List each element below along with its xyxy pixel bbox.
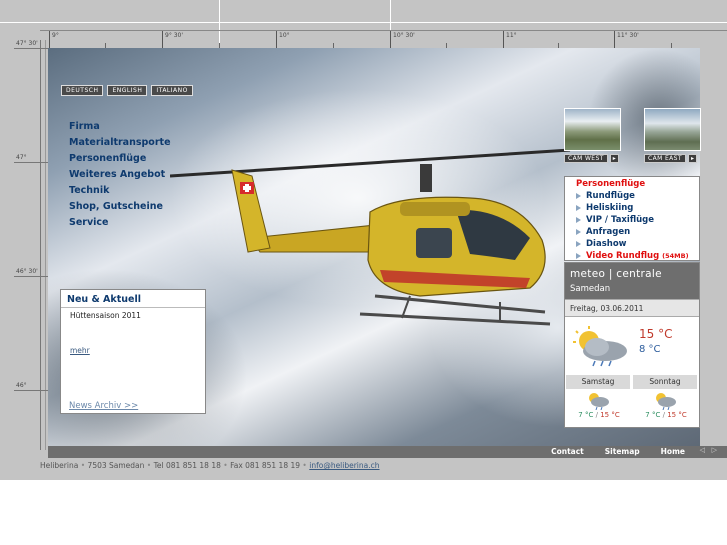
menu-item-rundfluege[interactable]: Rundflüge: [576, 190, 699, 202]
webcam-west[interactable]: CAM WEST ▸: [564, 108, 621, 165]
lat-tick: 47° 30': [14, 40, 48, 49]
contact-link[interactable]: Contact: [551, 447, 584, 456]
forecast-icon-box: [566, 389, 630, 411]
lat-tick: 46° 30': [14, 268, 48, 277]
prev-arrow-icon[interactable]: ◁: [700, 446, 705, 454]
weather-widget: meteo | centrale Samedan Freitag, 03.06.…: [564, 262, 700, 428]
lat-tick: 47°: [14, 154, 48, 163]
webcam-east-image[interactable]: [644, 108, 701, 151]
ruler-line: [40, 40, 41, 450]
ruler-line: [0, 22, 727, 23]
company-fax: Fax 081 851 18 19: [230, 461, 301, 470]
weather-header: meteo | centrale Samedan: [565, 263, 699, 299]
lon-tick: 10°: [276, 31, 290, 49]
lon-tick: 11° 30': [614, 31, 639, 49]
nav-item-materialtransporte[interactable]: Materialtransporte: [69, 137, 171, 153]
arrow-right-icon[interactable]: ▸: [609, 154, 619, 163]
lon-tick: 9°: [49, 31, 59, 49]
webcam-west-image[interactable]: [564, 108, 621, 151]
triangle-right-icon: [576, 253, 581, 259]
news-item[interactable]: Hüttensaison 2011: [70, 311, 141, 320]
news-box: Neu & Aktuell Hüttensaison 2011 mehr New…: [60, 289, 206, 414]
footer-links: Contact Sitemap Home: [551, 447, 685, 456]
news-archive-link[interactable]: News Archiv >>: [69, 401, 138, 411]
separator-dot: •: [80, 461, 86, 470]
sitemap-link[interactable]: Sitemap: [605, 447, 640, 456]
separator-dot: •: [146, 461, 152, 470]
longitude-ruler: 9° 9° 30' 10° 10° 30' 11° 11° 30': [40, 30, 727, 49]
next-arrow-icon[interactable]: ▷: [712, 446, 717, 454]
forecast-day: Sonntag 7 °C / 15 °C: [633, 375, 699, 427]
ruler-line: [45, 40, 46, 450]
webcam-west-label[interactable]: CAM WEST: [564, 154, 608, 163]
video-size: (54MB): [662, 252, 689, 260]
company-tel: Tel 081 851 18 18: [153, 461, 221, 470]
forecast-range: 7 °C / 15 °C: [578, 411, 620, 419]
nav-item-service[interactable]: Service: [69, 217, 171, 233]
lon-tick: 10° 30': [390, 31, 415, 49]
forecast-icon-box: [633, 389, 697, 411]
weather-brand[interactable]: meteo | centrale: [570, 268, 662, 280]
address-line: Heliberina • 7503 Samedan • Tel 081 851 …: [40, 461, 380, 470]
main-nav: Firma Materialtransporte Personenflüge W…: [69, 121, 171, 233]
helicopter-image: [170, 148, 571, 326]
menu-item-heliskiing[interactable]: Heliskiing: [576, 202, 699, 214]
nav-item-personenfluege[interactable]: Personenflüge: [69, 153, 171, 169]
lang-en-button[interactable]: ENGLISH: [107, 85, 148, 96]
news-more-link[interactable]: mehr: [70, 346, 90, 355]
sun-cloud-rain-icon: [573, 326, 627, 367]
company-name: Heliberina: [40, 461, 79, 470]
lon-tick: 9° 30': [162, 31, 183, 49]
divider: [61, 307, 205, 308]
flights-menu: Personenflüge Rundflüge Heliskiing VIP /…: [564, 176, 700, 261]
weather-date-bar: Freitag, 03.06.2011: [565, 299, 699, 317]
news-title: Neu & Aktuell: [67, 294, 141, 305]
temperature-min: 8 °C: [639, 344, 661, 355]
page-stage: 9° 9° 30' 10° 10° 30' 11° 11° 30' 47° 30…: [0, 0, 727, 480]
arrow-right-icon[interactable]: ▸: [687, 154, 697, 163]
nav-item-shop[interactable]: Shop, Gutscheine: [69, 201, 171, 217]
lang-de-button[interactable]: DEUTSCH: [61, 85, 104, 96]
footer-bar: Contact Sitemap Home ◁ ▷: [48, 446, 727, 458]
triangle-right-icon: [576, 193, 581, 199]
lang-it-button[interactable]: ITALIANO: [151, 85, 193, 96]
forecast-day: Samstag 7 °C / 15 °C: [566, 375, 632, 427]
menu-item-video[interactable]: Video Rundflug (54MB): [576, 250, 699, 262]
forecast-range: 7 °C / 15 °C: [645, 411, 687, 419]
forecast-day-label: Samstag: [566, 375, 630, 389]
triangle-right-icon: [576, 229, 581, 235]
triangle-right-icon: [576, 217, 581, 223]
webcam-east[interactable]: CAM EAST ▸: [644, 108, 701, 165]
email-link[interactable]: info@heliberina.ch: [309, 461, 379, 470]
separator-dot: •: [302, 461, 307, 470]
lat-tick: 46°: [14, 382, 48, 391]
menu-item-anfragen[interactable]: Anfragen: [576, 226, 699, 238]
sun-cloud-rain-small-icon: [656, 393, 676, 410]
temperature-max: 15 °C: [639, 327, 673, 341]
home-link[interactable]: Home: [661, 447, 685, 456]
separator-dot: •: [223, 461, 228, 470]
nav-item-technik[interactable]: Technik: [69, 185, 171, 201]
latitude-ruler: 47° 30' 47° 46° 30' 46°: [0, 40, 48, 450]
weather-location: Samedan: [570, 284, 611, 294]
language-switch: DEUTSCH ENGLISH ITALIANO: [61, 85, 193, 96]
triangle-right-icon: [576, 241, 581, 247]
lon-tick: 11°: [503, 31, 517, 49]
nav-item-weiteres-angebot[interactable]: Weiteres Angebot: [69, 169, 171, 185]
company-town: 7503 Samedan: [87, 461, 145, 470]
nav-item-firma[interactable]: Firma: [69, 121, 171, 137]
weather-date: Freitag, 03.06.2011: [570, 304, 644, 313]
sun-cloud-rain-small-icon: [589, 393, 609, 410]
forecast-day-label: Sonntag: [633, 375, 697, 389]
menu-item-vip-taxi[interactable]: VIP / Taxiflüge: [576, 214, 699, 226]
menu-item-personenfluege[interactable]: Personenflüge: [576, 178, 699, 190]
triangle-right-icon: [576, 205, 581, 211]
menu-item-diashow[interactable]: Diashow: [576, 238, 699, 250]
webcam-east-label[interactable]: CAM EAST: [644, 154, 686, 163]
